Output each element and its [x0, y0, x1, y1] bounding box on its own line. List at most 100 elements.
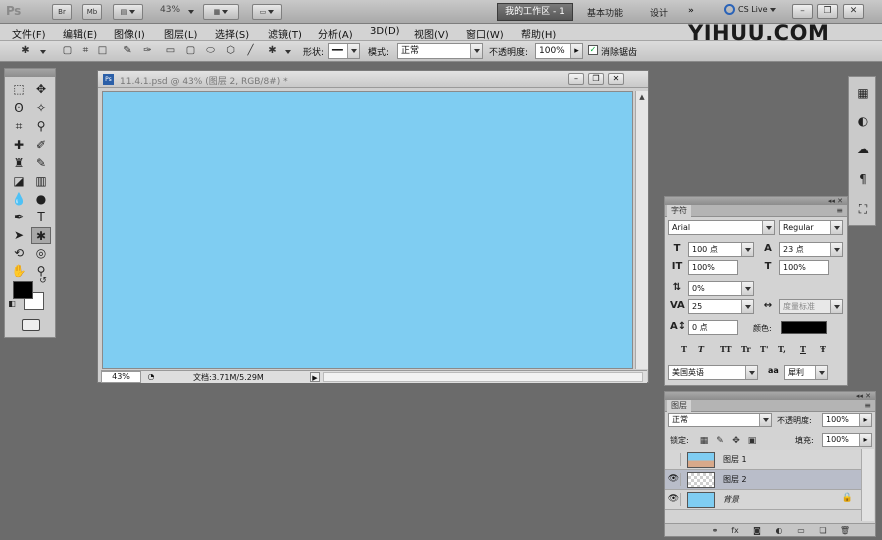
- delete-layer-icon[interactable]: 🗑: [839, 525, 851, 536]
- shape-layers-icon[interactable]: ▢: [60, 44, 75, 58]
- custom-shape-tool-icon[interactable]: ✱: [31, 227, 51, 244]
- magic-wand-icon[interactable]: ✧: [31, 100, 51, 117]
- swap-colors-icon[interactable]: ↺: [37, 275, 49, 287]
- doc-close-button[interactable]: ✕: [608, 73, 624, 85]
- view-extras-button[interactable]: ▤: [113, 4, 143, 20]
- baseline-field[interactable]: 0%: [688, 281, 754, 296]
- faux-italic-button[interactable]: T: [698, 344, 704, 354]
- font-family-select[interactable]: Arial: [668, 220, 775, 235]
- menu-select[interactable]: 选择(S): [215, 26, 249, 41]
- rounded-rectangle-icon[interactable]: ▢: [183, 44, 198, 58]
- history-brush-icon[interactable]: ✎: [31, 155, 51, 172]
- eraser-icon[interactable]: ◪: [9, 173, 29, 190]
- layer-style-icon[interactable]: fx: [729, 525, 741, 536]
- layer-row-2[interactable]: 👁 图层 2: [665, 470, 861, 490]
- hand-tool-icon[interactable]: ✋: [9, 263, 29, 280]
- workspace-design[interactable]: 设计: [650, 6, 668, 19]
- lock-transparent-icon[interactable]: ▦: [699, 436, 709, 446]
- menu-filter[interactable]: 滤镜(T): [268, 26, 302, 41]
- type-tool-icon[interactable]: T: [31, 209, 51, 226]
- 3d-orbit-icon[interactable]: ◎: [31, 245, 51, 262]
- restore-button[interactable]: ❐: [817, 4, 838, 19]
- strikethrough-button[interactable]: Ŧ: [820, 344, 826, 354]
- mini-bridge-button[interactable]: Mb: [82, 4, 102, 20]
- crop-tool-icon[interactable]: ⌗: [9, 118, 29, 135]
- transform-icon[interactable]: ⛶: [855, 201, 871, 217]
- lock-position-icon[interactable]: ✥: [731, 436, 741, 446]
- leading-field[interactable]: 23 点: [779, 242, 843, 257]
- subscript-button[interactable]: T,: [778, 344, 786, 354]
- layer-row-3[interactable]: 👁 背景 🔒: [665, 490, 861, 510]
- shape-picker[interactable]: ━━: [328, 43, 360, 59]
- pen-icon[interactable]: ✎: [120, 44, 135, 58]
- collapse-icon[interactable]: ◂◂ ✕: [828, 197, 843, 205]
- collapse-icon[interactable]: ◂◂ ✕: [856, 392, 871, 400]
- menu-window[interactable]: 窗口(W): [466, 26, 504, 41]
- new-layer-icon[interactable]: ❏: [817, 525, 829, 536]
- tracking-field[interactable]: 25: [688, 299, 754, 314]
- doc-minimize-button[interactable]: –: [568, 73, 584, 85]
- gradient-tool-icon[interactable]: ▥: [31, 173, 51, 190]
- brush-tool-icon[interactable]: ✐: [31, 137, 51, 154]
- close-button[interactable]: ✕: [843, 4, 864, 19]
- default-colors-icon[interactable]: ◧: [7, 299, 17, 309]
- layers-scrollbar[interactable]: [861, 449, 874, 521]
- tool-preset-icon[interactable]: ✱: [18, 44, 33, 58]
- move-tool-icon[interactable]: ✥: [31, 81, 51, 98]
- path-selection-icon[interactable]: ➤: [9, 227, 29, 244]
- fill-pixels-icon[interactable]: □: [95, 44, 110, 58]
- visibility-toggle[interactable]: [667, 453, 681, 466]
- pen-tool-icon[interactable]: ✒: [9, 209, 29, 226]
- chevron-down-icon[interactable]: [285, 50, 291, 54]
- minimize-button[interactable]: –: [792, 4, 813, 19]
- eye-icon[interactable]: 👁: [667, 473, 681, 486]
- tab-character[interactable]: 字符: [667, 205, 691, 217]
- link-layers-icon[interactable]: ⚭: [709, 525, 721, 536]
- histogram-icon[interactable]: ▦: [855, 85, 871, 101]
- superscript-button[interactable]: T': [760, 344, 768, 354]
- text-color-swatch[interactable]: [781, 321, 827, 334]
- tab-layers[interactable]: 图层: [667, 400, 691, 412]
- dodge-tool-icon[interactable]: ●: [31, 191, 51, 208]
- zoom-field[interactable]: 43%: [101, 371, 141, 383]
- language-select[interactable]: 美国英语: [668, 365, 758, 380]
- opacity-field[interactable]: 100% ▸: [535, 43, 583, 59]
- arrange-documents-button[interactable]: ▦: [203, 4, 239, 20]
- panel-menu-icon[interactable]: ≡: [836, 206, 843, 216]
- scroll-up-icon[interactable]: ▲: [636, 91, 648, 103]
- mode-select[interactable]: 正常: [397, 43, 483, 59]
- marquee-tool-icon[interactable]: ⬚: [9, 81, 29, 98]
- all-caps-button[interactable]: TT: [720, 344, 732, 354]
- chevron-down-icon[interactable]: [40, 50, 46, 54]
- lasso-tool-icon[interactable]: ʘ: [9, 100, 29, 117]
- workspace-essentials[interactable]: 基本功能: [587, 6, 623, 19]
- custom-shape-icon[interactable]: ✱: [265, 44, 280, 58]
- freeform-pen-icon[interactable]: ✑: [140, 44, 155, 58]
- menu-3d[interactable]: 3D(D): [370, 26, 400, 37]
- bridge-button[interactable]: Br: [52, 4, 72, 20]
- antialias-checkbox[interactable]: ✓: [588, 45, 598, 55]
- active-workspace-button[interactable]: 我的工作区 - 1: [497, 3, 573, 21]
- blend-mode-select[interactable]: 正常: [668, 413, 772, 427]
- horizontal-scale-field[interactable]: 100%: [779, 260, 829, 275]
- cs-live-menu[interactable]: CS Live: [724, 4, 777, 15]
- antialias-method-select[interactable]: 犀利: [784, 365, 828, 380]
- kerning-select[interactable]: 度量标准: [779, 299, 843, 314]
- polygon-icon[interactable]: ⬡: [223, 44, 238, 58]
- font-style-select[interactable]: Regular: [779, 220, 843, 235]
- 3d-rotate-icon[interactable]: ⟲: [9, 245, 29, 262]
- quick-mask-button[interactable]: [22, 319, 40, 331]
- clone-stamp-icon[interactable]: ♜: [9, 155, 29, 172]
- ellipse-icon[interactable]: ⬭: [203, 44, 218, 58]
- baseline-shift-field[interactable]: 0 点: [688, 320, 738, 335]
- doc-restore-button[interactable]: ❐: [588, 73, 604, 85]
- panel-menu-icon[interactable]: ≡: [864, 401, 871, 411]
- menu-layer[interactable]: 图层(L): [164, 26, 197, 41]
- lock-image-icon[interactable]: ✎: [715, 436, 725, 446]
- image-canvas[interactable]: [102, 91, 633, 369]
- paths-icon[interactable]: ⌗: [78, 44, 93, 58]
- blur-tool-icon[interactable]: 💧: [9, 191, 29, 208]
- layer-mask-icon[interactable]: ◙: [751, 525, 763, 536]
- menu-analysis[interactable]: 分析(A): [318, 26, 353, 41]
- healing-brush-icon[interactable]: ✚: [9, 137, 29, 154]
